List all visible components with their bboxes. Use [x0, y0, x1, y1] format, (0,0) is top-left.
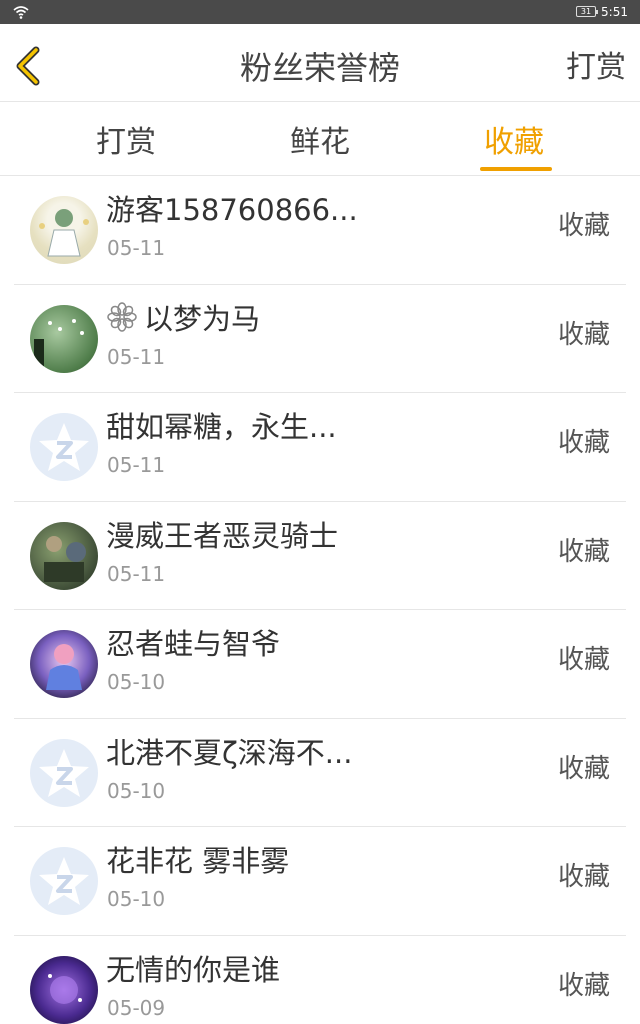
- tab-bar: 打赏 鲜花 收藏: [0, 103, 640, 176]
- date: 05-11: [107, 236, 166, 260]
- date: 05-09: [107, 995, 166, 1020]
- date: 05-11: [107, 561, 166, 586]
- battery-icon: 31: [576, 6, 598, 17]
- avatar: [30, 304, 98, 373]
- tab-flowers[interactable]: 鲜花: [272, 117, 368, 167]
- tab-label: 鲜花: [290, 125, 350, 160]
- tab-label: 打赏: [96, 125, 156, 160]
- action-label: 收藏: [557, 319, 610, 350]
- tab-reward[interactable]: 打赏: [80, 117, 172, 167]
- list-item[interactable]: 游客158760866... 05-11 收藏: [14, 176, 626, 285]
- reward-button[interactable]: 打赏: [566, 46, 626, 90]
- action-label: 收藏: [557, 862, 610, 892]
- user-name-text: 以梦为马: [144, 301, 261, 336]
- status-time: 5:51: [601, 5, 628, 19]
- list-item[interactable]: 北港不夏ζ深海不... 05-10 收藏: [14, 719, 626, 827]
- action-label: 收藏: [557, 211, 610, 241]
- avatar: [30, 738, 98, 807]
- tab-favorites[interactable]: 收藏: [470, 117, 558, 171]
- user-name: 无情的你是谁: [106, 952, 281, 987]
- avatar: [30, 630, 98, 698]
- flower-icon: [107, 301, 137, 332]
- date: 05-11: [107, 453, 166, 477]
- action-label: 收藏: [557, 753, 610, 784]
- action-label: 收藏: [557, 536, 610, 567]
- active-tab-indicator: [480, 167, 552, 171]
- avatar: [30, 196, 98, 264]
- wifi-icon: [13, 6, 29, 19]
- user-name: 北港不夏ζ深海不...: [106, 735, 353, 770]
- list-item[interactable]: 漫威王者恶灵骑士 05-11 收藏: [14, 502, 626, 610]
- avatar: [30, 847, 98, 915]
- status-bar: 31 5:51: [0, 0, 640, 24]
- list-item[interactable]: 忍者蛙与智爷 05-10 收藏: [14, 610, 626, 719]
- list-item[interactable]: 以梦为马 05-11 收藏: [14, 285, 626, 393]
- user-name: 漫威王者恶灵骑士: [106, 518, 339, 553]
- date: 05-10: [107, 670, 166, 694]
- avatar: [30, 413, 98, 481]
- list-item[interactable]: 花非花 雾非雾 05-10 收藏: [14, 827, 626, 936]
- date: 05-10: [107, 887, 166, 911]
- action-label: 收藏: [557, 428, 610, 458]
- action-label: 收藏: [557, 645, 610, 675]
- user-name: 忍者蛙与智爷: [106, 627, 281, 661]
- nav-bar: 粉丝荣誉榜 打赏: [0, 24, 640, 102]
- date: 05-11: [107, 344, 166, 369]
- list-item[interactable]: 无情的你是谁 05-09 收藏: [14, 936, 626, 1024]
- user-name: 甜如幂糖，永生...: [106, 410, 337, 444]
- page-title: 粉丝荣誉榜: [239, 49, 400, 87]
- fan-list: 游客158760866... 05-11 收藏 以梦为马 05-11 收藏 甜如…: [0, 176, 640, 1024]
- tab-label: 收藏: [484, 125, 544, 160]
- user-name: 花非花 雾非雾: [106, 844, 290, 878]
- action-label: 收藏: [557, 970, 610, 1001]
- date: 05-10: [107, 778, 166, 803]
- user-name: 以梦为马: [106, 299, 260, 339]
- user-name: 游客158760866...: [106, 193, 358, 227]
- avatar: [30, 521, 98, 590]
- list-item[interactable]: 甜如幂糖，永生... 05-11 收藏: [14, 393, 626, 502]
- avatar: [30, 955, 98, 1024]
